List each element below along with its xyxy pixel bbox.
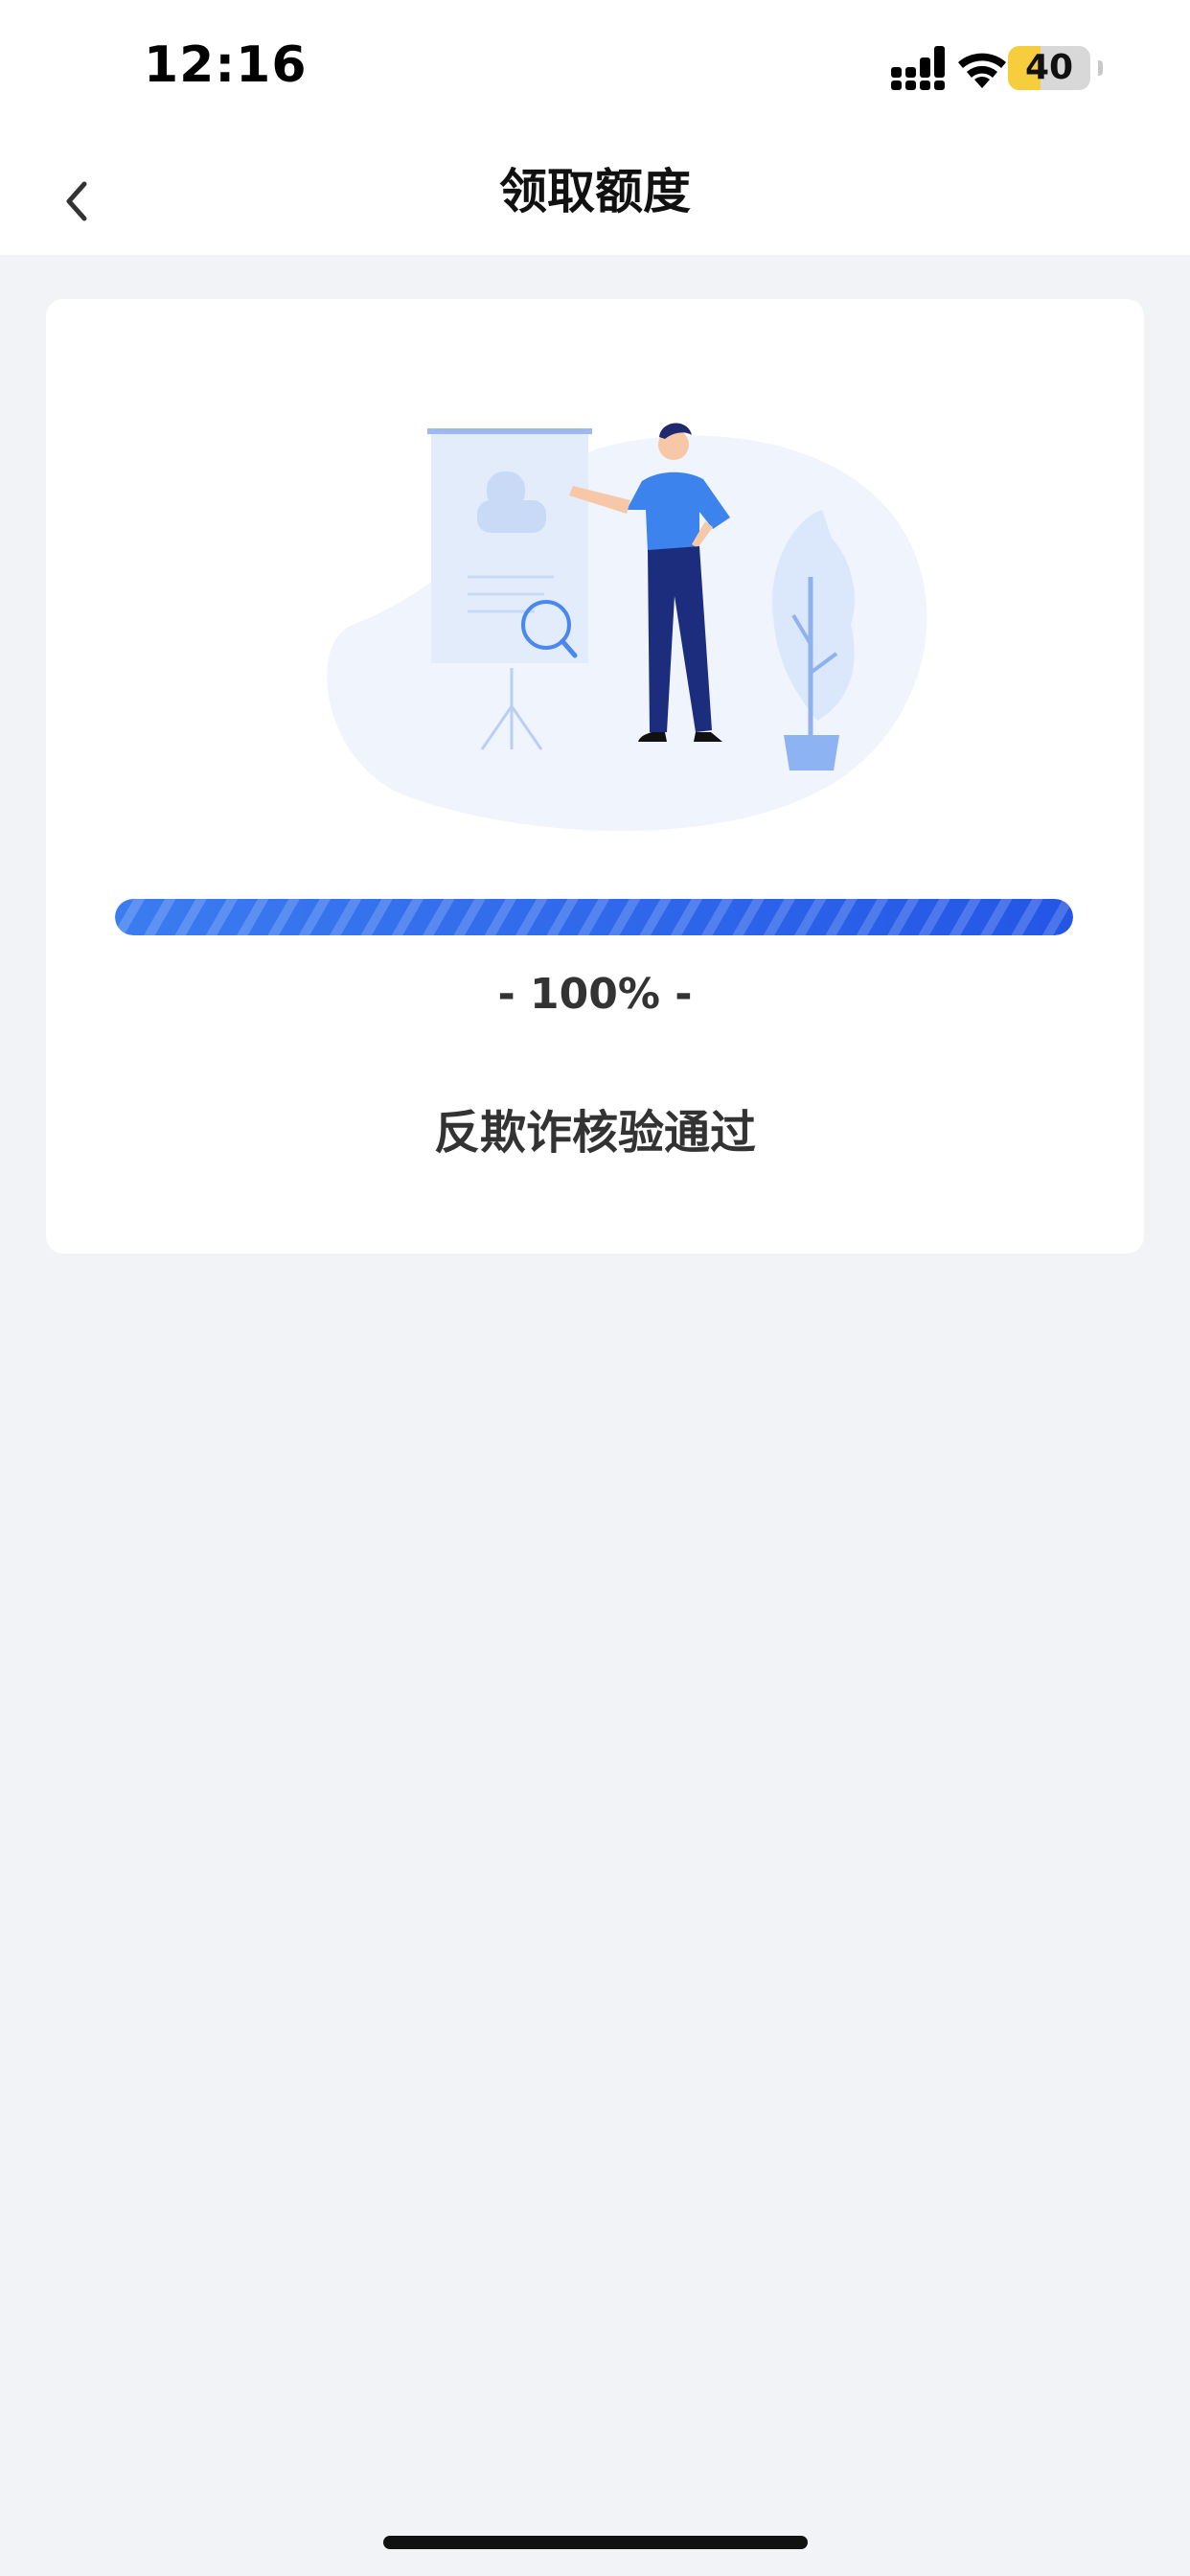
home-indicator[interactable] (383, 2536, 808, 2549)
progress-fill (115, 899, 1073, 935)
verification-status-message: 反欺诈核验通过 (433, 1106, 756, 1160)
battery-tip (1098, 60, 1103, 76)
nav-bar: 领取额度 (0, 144, 1190, 255)
presentation-illustration (327, 423, 927, 831)
battery-level: 40 (1024, 48, 1074, 87)
verification-card: - 100% - 反欺诈核验通过 (46, 299, 1144, 1254)
page-title: 领取额度 (499, 164, 691, 219)
signal-icon (891, 46, 945, 90)
progress-bar (115, 899, 1073, 935)
wifi-icon (958, 53, 1006, 88)
battery-icon: 40 (1008, 46, 1090, 90)
status-bar: 12:16 40 (0, 0, 1190, 144)
progress-percent: - 100% - (497, 970, 693, 1019)
status-time: 12:16 (144, 36, 308, 94)
